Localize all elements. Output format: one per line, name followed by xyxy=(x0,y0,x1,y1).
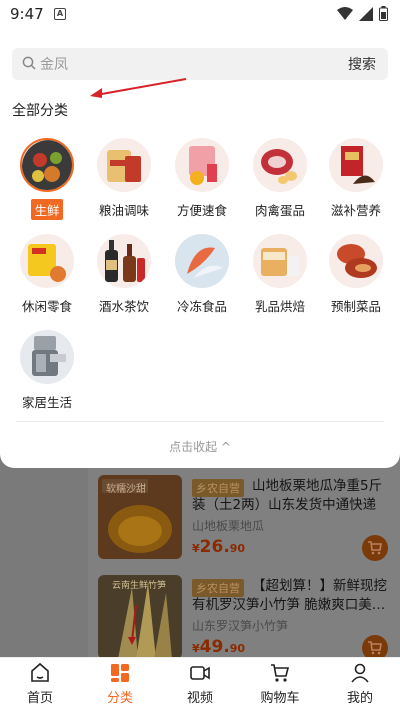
price-integer: 49. xyxy=(199,637,230,657)
product-image-caption: 软糯沙甜 xyxy=(106,484,146,495)
product-subtitle: 山东罗汉笋小竹笋 xyxy=(192,619,289,633)
cart-icon xyxy=(368,541,382,555)
category-label: 生鲜 xyxy=(31,199,63,220)
price-decimal: 90 xyxy=(229,642,246,655)
nav-cart[interactable]: 购物车 xyxy=(240,658,320,712)
category-item[interactable]: 乳品烘焙 xyxy=(240,234,320,316)
notification-icon: A xyxy=(54,8,66,20)
bottom-nav: 首页 分类 视频 购物车 我的 xyxy=(0,657,400,712)
product-image: 软糯沙甜 xyxy=(98,475,182,559)
nav-profile[interactable]: 我的 xyxy=(320,658,400,712)
category-image xyxy=(97,234,151,288)
product-price: ¥49.90 xyxy=(192,637,245,657)
category-label: 家居生活 xyxy=(21,395,72,410)
category-image xyxy=(20,234,74,288)
category-label: 休闲零食 xyxy=(21,299,72,314)
category-image xyxy=(253,234,307,288)
nav-video[interactable]: 视频 xyxy=(160,658,240,712)
category-image xyxy=(175,234,229,288)
product-card[interactable]: 软糯沙甜 山地板栗地瓜净重5斤装（土2两）山东发货中通快递 乡农自营 山地板栗地… xyxy=(88,455,400,561)
video-icon xyxy=(190,666,210,680)
category-item[interactable]: 预制菜品 xyxy=(316,234,396,316)
nav-home[interactable]: 首页 xyxy=(0,658,80,712)
nav-label: 我的 xyxy=(346,691,373,706)
nav-label: 首页 xyxy=(26,691,53,706)
nav-label: 视频 xyxy=(186,691,213,706)
category-item[interactable]: 冷冻食品 xyxy=(162,234,242,316)
category-label: 冷冻食品 xyxy=(176,299,227,314)
category-label: 乳品烘焙 xyxy=(254,299,305,314)
product-list: 软糯沙甜 山地板栗地瓜净重5斤装（土2两）山东发货中通快递 乡农自营 山地板栗地… xyxy=(0,455,400,661)
category-image xyxy=(253,138,307,192)
category-item[interactable]: 方便速食 xyxy=(162,138,242,220)
profile-icon xyxy=(351,663,369,683)
search-button[interactable]: 搜索 xyxy=(348,54,376,74)
battery-icon xyxy=(379,6,388,21)
category-sidebar xyxy=(0,455,88,657)
annotation-arrow-icon xyxy=(90,78,187,98)
nav-category[interactable]: 分类 xyxy=(80,658,160,712)
category-image xyxy=(329,234,383,288)
divider xyxy=(16,421,384,422)
category-item[interactable]: 肉禽蛋品 xyxy=(240,138,320,220)
category-item[interactable]: 粮油调味 xyxy=(84,138,164,220)
category-image xyxy=(20,330,74,384)
category-icon xyxy=(111,664,129,682)
product-subtitle: 山地板栗地瓜 xyxy=(192,519,265,533)
category-image xyxy=(20,138,74,192)
self-run-badge: 乡农自营 xyxy=(192,579,244,597)
category-item[interactable]: 休闲零食 xyxy=(7,234,87,316)
category-image xyxy=(329,138,383,192)
category-label: 粮油调味 xyxy=(98,203,149,218)
nav-label: 购物车 xyxy=(260,691,300,706)
category-label: 酒水茶饮 xyxy=(98,299,149,314)
price-symbol: ¥ xyxy=(192,642,200,655)
category-panel: 金凤 搜索 全部分类 生鲜 粮油调味 方便速食 肉禽蛋品 滋补营养 休闲零食 酒… xyxy=(0,28,400,468)
status-icons xyxy=(337,6,388,21)
cart-icon xyxy=(368,641,382,655)
nav-label: 分类 xyxy=(106,691,133,706)
product-image: 云南生鲜竹笋 xyxy=(98,575,182,659)
price-symbol: ¥ xyxy=(192,542,200,555)
category-label: 方便速食 xyxy=(176,203,227,218)
category-item[interactable]: 酒水茶饮 xyxy=(84,234,164,316)
cart-icon xyxy=(271,664,290,682)
collapse-button[interactable]: 点击收起 ^ xyxy=(0,438,400,455)
home-icon xyxy=(31,662,49,682)
product-price: ¥26.90 xyxy=(192,537,245,557)
category-label: 滋补营养 xyxy=(330,203,381,218)
category-image xyxy=(97,138,151,192)
status-bar: 9:47 A xyxy=(0,0,400,28)
price-integer: 26. xyxy=(199,537,230,557)
status-time: 9:47 xyxy=(10,5,44,23)
category-label: 肉禽蛋品 xyxy=(254,203,305,218)
price-decimal: 90 xyxy=(229,542,246,555)
category-image xyxy=(175,138,229,192)
wifi-icon xyxy=(337,7,353,20)
signal-icon xyxy=(359,6,373,21)
product-card[interactable]: 云南生鲜竹笋 【超划算！】新鲜现挖有机罗汉笋小竹笋 脆嫩爽口美… 乡农自营 山东… xyxy=(88,555,400,661)
self-run-badge: 乡农自营 xyxy=(192,479,244,497)
category-item[interactable]: 生鲜 xyxy=(7,138,87,220)
product-image-caption: 云南生鲜竹笋 xyxy=(112,581,167,591)
category-label: 预制菜品 xyxy=(330,299,381,314)
category-item[interactable]: 滋补营养 xyxy=(316,138,396,220)
category-item[interactable]: 家居生活 xyxy=(7,330,87,412)
